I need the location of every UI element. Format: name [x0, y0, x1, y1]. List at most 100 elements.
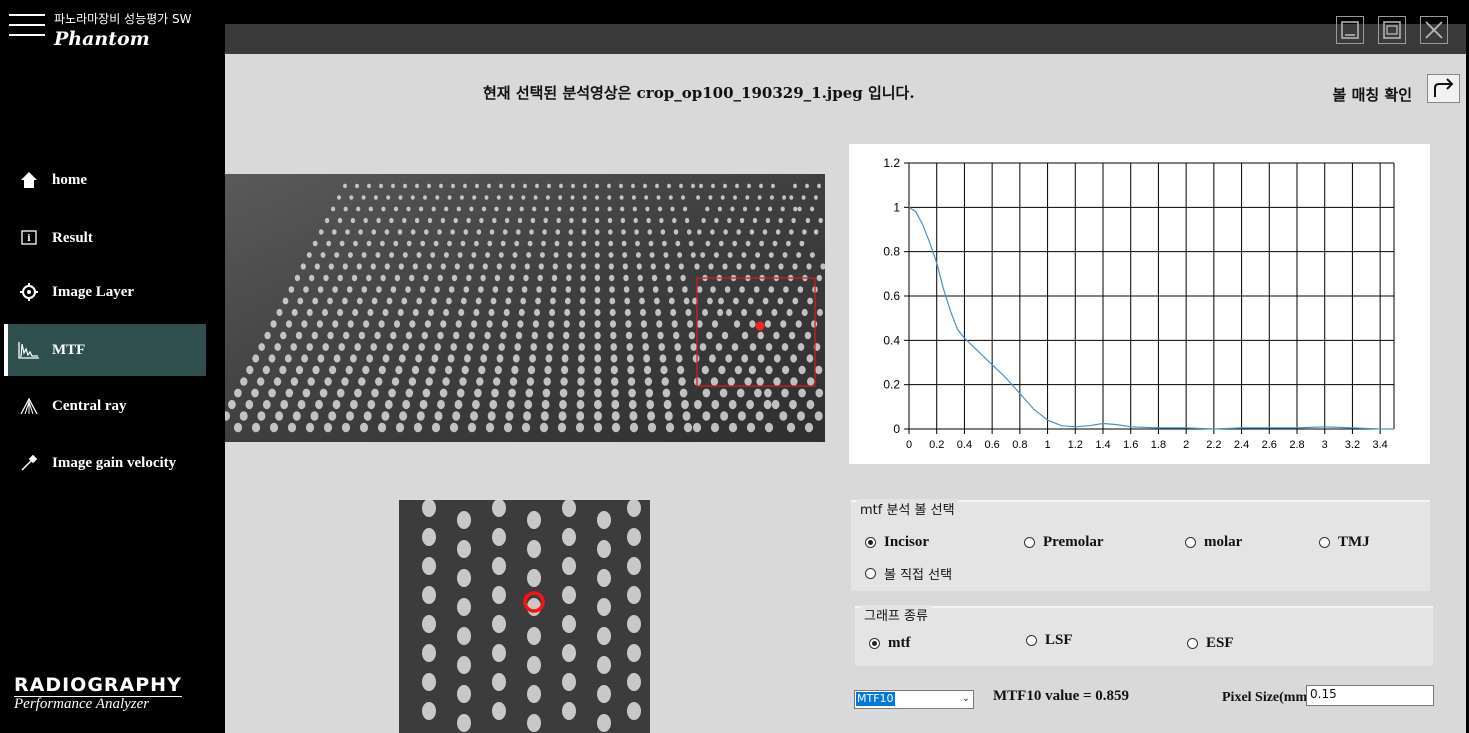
zoom-ball: [492, 586, 506, 604]
radio-premolar[interactable]: Premolar: [1024, 534, 1104, 551]
phantom-ball: [270, 320, 277, 328]
hamburger-menu-icon[interactable]: [9, 14, 45, 46]
phantom-ball: [668, 195, 673, 200]
minimize-button[interactable]: [1336, 16, 1364, 44]
radio-incisor[interactable]: Incisor: [865, 534, 929, 551]
phantom-ball: [351, 274, 358, 282]
phantom-ball: [635, 240, 640, 247]
sidebar-item-home[interactable]: home: [4, 154, 206, 206]
sidebar-item-image-layer[interactable]: Image Layer: [4, 266, 206, 318]
mtf-level-select[interactable]: MTF10 ⌄: [854, 690, 974, 709]
phantom-ball: [354, 343, 361, 351]
sidebar-item-mtf[interactable]: MTF: [4, 324, 206, 376]
maximize-button[interactable]: [1378, 16, 1406, 44]
sidebar-item-central-ray[interactable]: Central ray: [4, 380, 206, 432]
phantom-ball: [677, 252, 683, 258]
radio-molar[interactable]: molar: [1185, 534, 1242, 551]
phantom-ball: [509, 195, 513, 200]
phantom-ball: [609, 308, 616, 317]
phantom-ball: [468, 263, 474, 270]
phantom-ball: [350, 217, 356, 224]
phantom-ball: [379, 183, 383, 189]
phantom-ball: [757, 195, 762, 200]
phantom-ball: [519, 206, 524, 212]
phantom-ball: [437, 274, 443, 282]
phantom-ball: [727, 252, 733, 258]
phantom-ball: [610, 331, 617, 340]
phantom-ball: [609, 320, 617, 328]
phantom-ball: [233, 422, 243, 433]
phantom-ball: [697, 229, 702, 235]
phantom-ball: [555, 229, 561, 235]
phantom-ball: [575, 422, 585, 433]
phantom-ball: [541, 399, 550, 410]
phantom-ball: [427, 183, 431, 189]
phantom-ball: [531, 331, 538, 340]
phantom-ball: [702, 388, 711, 398]
phantom-ball: [422, 388, 431, 398]
phantom-ball: [466, 274, 472, 282]
radio-manual-select[interactable]: 볼 직접 선택: [865, 564, 952, 583]
phantom-ball: [815, 388, 824, 398]
phantom-ball: [305, 422, 315, 433]
phantom-ball: [640, 308, 646, 317]
phantom-ball: [788, 331, 796, 340]
phantom-ball: [762, 297, 769, 305]
phantom-ball: [690, 343, 697, 351]
phantom-ball: [645, 206, 650, 212]
zoom-ball: [457, 656, 471, 674]
phantom-ball: [412, 308, 419, 317]
phantom-ball: [576, 411, 585, 421]
radio-mtf[interactable]: mtf: [869, 635, 911, 652]
ball-match-button[interactable]: [1427, 74, 1460, 103]
sidebar-item-result[interactable]: i Result: [4, 212, 206, 264]
phantom-ball: [789, 229, 794, 235]
phantom-ball: [280, 399, 289, 410]
phantom-ball: [561, 365, 569, 375]
phantom-ball: [538, 263, 544, 270]
phantom-ball: [240, 377, 248, 386]
phantom-ball: [355, 183, 359, 189]
phantom-ball: [476, 377, 484, 386]
phantom-ball: [576, 388, 585, 398]
phantom-ball: [772, 240, 778, 247]
zoomed-roi-image[interactable]: [399, 500, 650, 733]
y-tick-label: 0.2: [883, 378, 900, 392]
phantom-ball: [675, 240, 681, 247]
phantom-ball: [786, 422, 796, 433]
phantom-ball: [679, 388, 688, 398]
phantom-ball: [412, 263, 418, 270]
phantom-ball: [561, 354, 569, 363]
phantom-ball: [440, 263, 446, 270]
pixel-size-input[interactable]: 0.15: [1306, 685, 1434, 706]
phantom-ball: [655, 183, 659, 189]
phantom-ball: [251, 422, 261, 433]
phantom-ball: [431, 354, 439, 363]
phantom-ball: [782, 365, 790, 375]
zoom-ball: [627, 528, 641, 546]
phantom-ball: [448, 286, 455, 293]
phantom-ball: [702, 308, 708, 317]
radio-tmj[interactable]: TMJ: [1319, 534, 1370, 551]
close-button[interactable]: [1420, 16, 1448, 44]
phantom-ball: [358, 331, 366, 340]
radiograph-image[interactable]: [225, 174, 825, 442]
phantom-ball: [447, 240, 452, 247]
phantom-ball: [594, 354, 602, 363]
phantom-ball: [779, 411, 788, 421]
phantom-ball: [287, 422, 297, 433]
phantom-ball: [798, 365, 806, 375]
phantom-ball: [373, 195, 378, 200]
phantom-ball: [594, 388, 602, 398]
sidebar-item-label: home: [52, 171, 87, 188]
close-icon: [1425, 21, 1443, 39]
phantom-ball: [663, 252, 669, 258]
phantom-ball: [319, 388, 328, 398]
phantom-ball: [276, 308, 283, 317]
sidebar-item-image-gain-velocity[interactable]: Image gain velocity: [4, 437, 206, 489]
phantom-ball: [327, 297, 333, 305]
phantom-ball: [371, 229, 377, 235]
radio-lsf[interactable]: LSF: [1026, 632, 1073, 649]
phantom-ball: [702, 411, 711, 421]
radio-esf[interactable]: ESF: [1187, 635, 1234, 652]
